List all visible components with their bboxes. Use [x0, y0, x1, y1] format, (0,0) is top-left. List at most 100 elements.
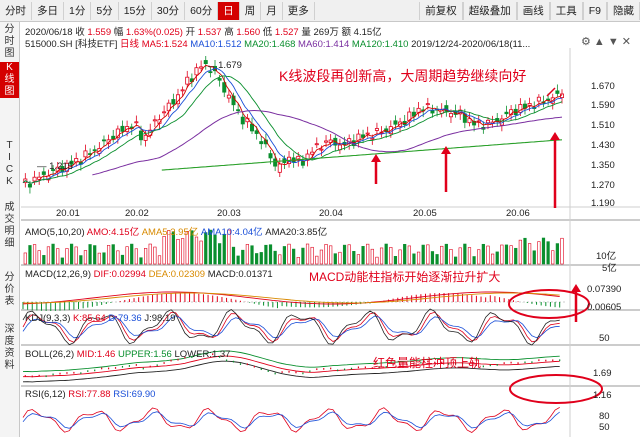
volume-bar-193: [467, 247, 472, 265]
period-tab-7[interactable]: 日: [218, 1, 240, 20]
candle-body-71: [185, 76, 190, 85]
volume-bar-119: [296, 257, 300, 265]
kdj-label: KDJ(9,3,3): [25, 313, 71, 324]
volume-bar-77: [199, 240, 203, 265]
candle-body-9: [41, 171, 46, 175]
volume-bar-85: [218, 243, 222, 265]
volume-bar-37: [106, 245, 111, 265]
volume-bar-43: [120, 254, 125, 265]
period-tab-2[interactable]: 1分: [64, 1, 92, 20]
sidebar-tab-1[interactable]: K 线 图: [0, 62, 19, 98]
volume-bar-219: [528, 243, 532, 265]
volume-bar-121: [301, 247, 305, 265]
tool-button-5[interactable]: 隐藏: [607, 1, 640, 20]
amo-label: AMO(5,10,20): [25, 227, 85, 238]
kline-chart[interactable]: 2020/06/18 收 1.559 幅 1.63%(0.025) 开 1.53…: [21, 22, 640, 437]
volume-bar-147: [361, 246, 365, 265]
volume-bar-155: [379, 247, 384, 265]
candle-body-77: [199, 66, 204, 69]
sidebar-tab-5[interactable]: 深 度 资 料: [0, 324, 19, 372]
volume-bar-115: [287, 243, 291, 265]
candle-body-107: [268, 153, 273, 159]
candle-body-223: [536, 96, 541, 102]
volume-bar-157: [384, 243, 388, 265]
period-tab-6[interactable]: 60分: [185, 1, 219, 20]
lower-value: LOWER:1.37: [174, 349, 231, 360]
candle-body-125: [310, 151, 315, 155]
arrow-up-2-head: [441, 146, 451, 154]
sidebar-tab-3[interactable]: 成 交 明 细: [0, 202, 19, 250]
period-tab-10[interactable]: 更多: [283, 1, 315, 20]
volume-bar-207: [500, 244, 504, 265]
volume-bar-131: [324, 244, 328, 265]
period-tab-1[interactable]: 多日: [32, 1, 64, 20]
volume-bar-163: [398, 249, 402, 265]
volume-bar-151: [370, 248, 374, 265]
sidebar-tab-4[interactable]: 分 价 表: [0, 272, 19, 308]
candle-body-3: [27, 183, 32, 188]
candle-body-39: [111, 135, 116, 140]
volume-bar-99: [250, 245, 254, 265]
volume-bar-107: [268, 244, 273, 265]
tool-button-1[interactable]: 超级叠加: [462, 1, 517, 20]
tool-button-4[interactable]: F9: [582, 1, 607, 20]
tool-button-3[interactable]: 工具: [549, 1, 583, 20]
volume-bar-139: [342, 244, 347, 265]
volume-bar-105: [264, 244, 268, 265]
period-tab-3[interactable]: 5分: [91, 1, 119, 20]
candle-body-129: [319, 148, 324, 151]
period-toolbar: 分时 多日 1分 5分 15分 30分 60分日周月更多 前复权 超级叠加 画线 工具 F9 隐藏: [0, 0, 640, 22]
volume-bar-59: [157, 255, 162, 265]
volume-bar-197: [477, 249, 481, 265]
volume-bar-19: [65, 248, 69, 265]
candle-body-131: [324, 140, 329, 143]
period-tab-0[interactable]: 分时: [0, 1, 32, 20]
candle-body-161: [393, 120, 398, 125]
price-tick-1: 1.590: [591, 100, 615, 111]
candle-body-85: [217, 78, 222, 81]
kdj-axis: 50: [599, 333, 610, 344]
annotation-main: K线波段再创新高，大周期趋势继续向好: [279, 68, 527, 84]
period-tab-4[interactable]: 15分: [119, 1, 152, 20]
candle-body-175: [425, 103, 430, 106]
volume-bar-201: [486, 245, 490, 265]
arrow-high-shaft: [546, 87, 556, 97]
volume-bar-159: [389, 247, 393, 265]
tool-buttons: 前复权 超级叠加 画线 工具 F9 隐藏: [419, 1, 640, 20]
volume-bar-39: [111, 244, 115, 265]
period-tabs: 分时 多日 1分 5分 15分 30分 60分日周月更多: [0, 1, 315, 20]
amo-axis-bottom: 5亿: [602, 263, 617, 274]
price-tick-0: 1.670: [591, 81, 615, 92]
period-tab-5[interactable]: 30分: [152, 1, 186, 20]
volume-bar-111: [278, 254, 282, 265]
candle-body-93: [236, 109, 241, 112]
volume-bar-103: [259, 252, 263, 265]
sidebar-tab-0[interactable]: 分 时 图: [0, 24, 19, 60]
volume-bar-41: [116, 250, 120, 265]
price-tick-6: 1.190: [591, 198, 615, 209]
dea-value: DEA:0.02309: [148, 269, 206, 280]
tool-button-0[interactable]: 前复权: [419, 1, 463, 20]
rsi-axis-top: 80: [599, 411, 610, 422]
period-tab-8[interactable]: 周: [240, 1, 262, 20]
volume-bar-83: [213, 234, 217, 265]
volume-bar-35: [102, 252, 106, 265]
volume-bar-113: [282, 246, 287, 265]
settings-icon[interactable]: ⚙ ▲ ▼ ✕: [581, 35, 631, 48]
volume-bar-143: [352, 251, 356, 265]
period-tab-9[interactable]: 月: [261, 1, 283, 20]
candle-body-31: [92, 149, 97, 152]
volume-bar-217: [523, 237, 527, 265]
volume-bar-1: [23, 252, 27, 265]
tool-button-2[interactable]: 画线: [516, 1, 550, 20]
volume-bar-57: [153, 246, 157, 265]
candle-body-149: [365, 132, 370, 135]
volume-bar-191: [463, 243, 467, 265]
candle-body-201: [485, 119, 490, 124]
low-mark: — 1.215: [37, 161, 73, 172]
rsi1-value: RSI:77.88: [68, 389, 111, 400]
amo10-value: AMA10:4.04亿: [200, 227, 263, 238]
ma5-value: MA5:1.524: [141, 39, 188, 50]
volume-bar-231: [555, 243, 559, 265]
sidebar-tab-2[interactable]: T I C K: [0, 140, 19, 188]
